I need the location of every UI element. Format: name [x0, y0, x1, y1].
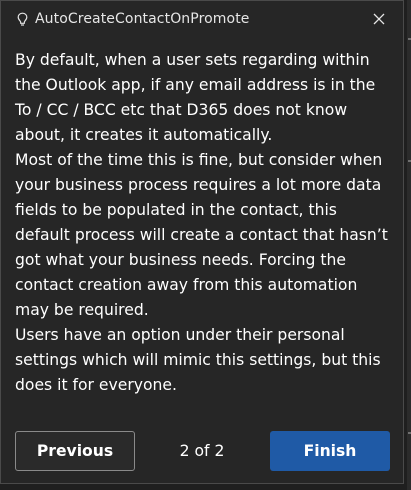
- callout-footer: Previous 2 of 2 Finish: [15, 431, 390, 471]
- teaching-callout: AutoCreateContactOnPromote By default, w…: [0, 0, 404, 484]
- close-button[interactable]: [369, 9, 389, 29]
- scrollbar-edge[interactable]: [407, 0, 411, 490]
- app-surface: AutoCreateContactOnPromote By default, w…: [0, 0, 411, 490]
- close-icon: [373, 13, 385, 25]
- body-paragraph: Most of the time this is fine, but consi…: [15, 151, 388, 319]
- step-counter: 2 of 2: [179, 442, 225, 460]
- callout-title: AutoCreateContactOnPromote: [35, 11, 250, 27]
- body-paragraph: Users have an option under their persona…: [15, 326, 381, 394]
- body-paragraph: By default, when a user sets regarding w…: [15, 51, 376, 144]
- finish-button[interactable]: Finish: [270, 431, 390, 471]
- lightbulb-icon: [16, 11, 28, 27]
- previous-button[interactable]: Previous: [15, 431, 135, 471]
- callout-body: By default, when a user sets regarding w…: [15, 48, 395, 398]
- callout-header: AutoCreateContactOnPromote: [16, 9, 389, 29]
